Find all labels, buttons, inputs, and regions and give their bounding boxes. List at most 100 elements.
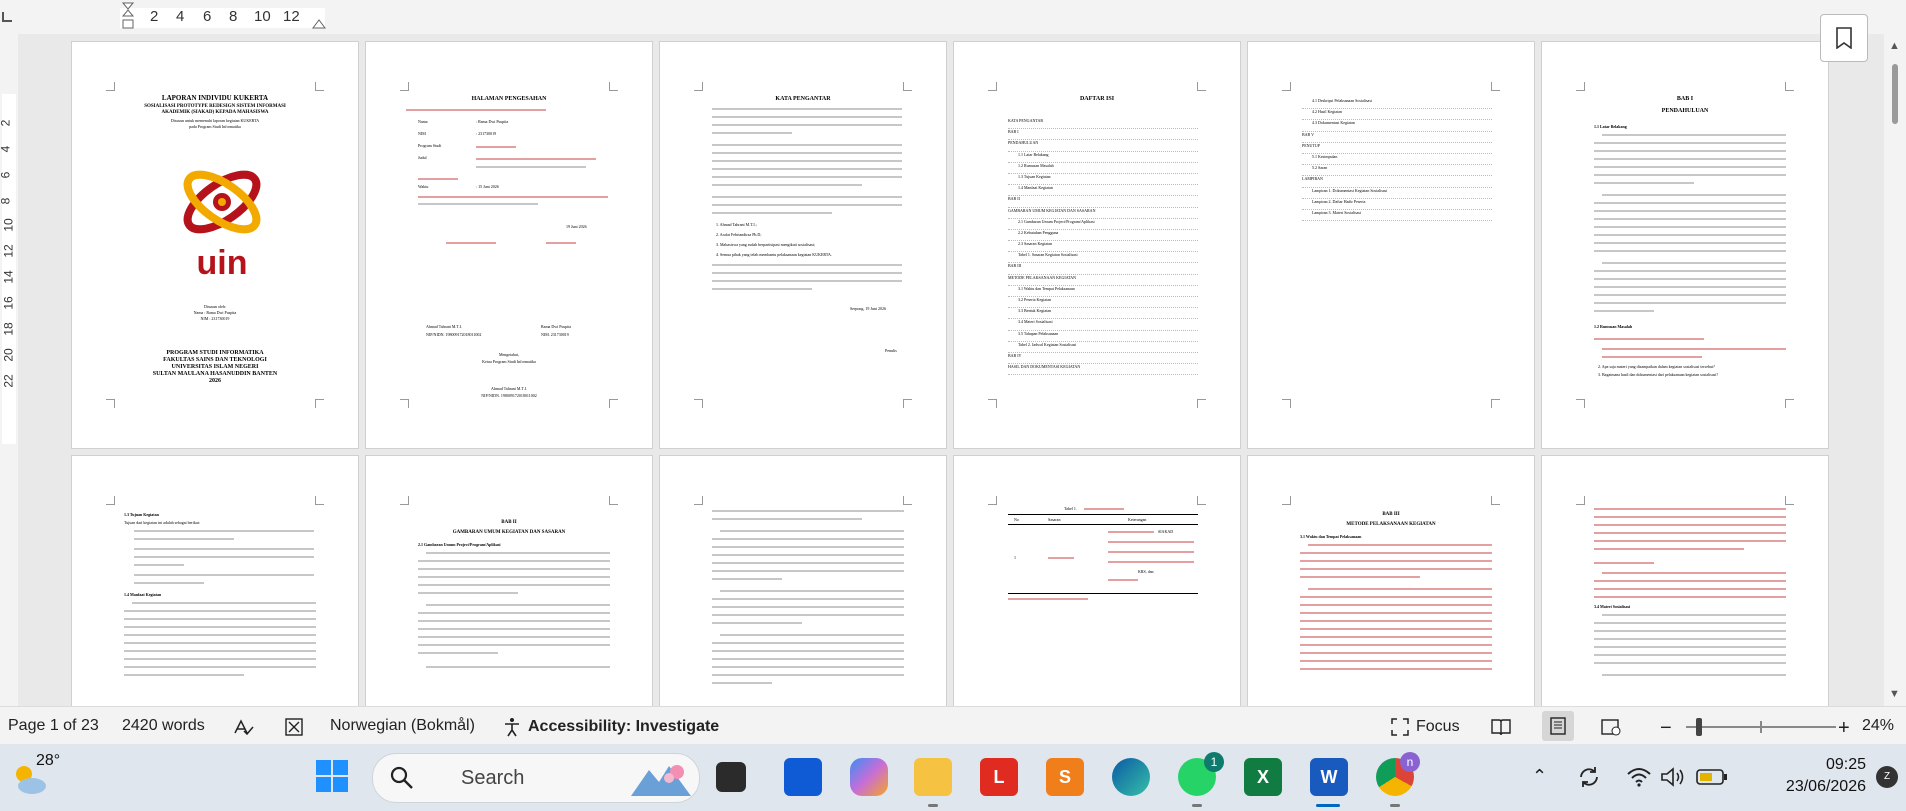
toc-entry[interactable]: PENDAHULUAN [1008, 140, 1198, 152]
toc-entry[interactable]: 4.3 Dokumentasi Kegiatan [1302, 120, 1492, 132]
excel-icon[interactable]: X [1244, 758, 1282, 796]
zoom-slider-thumb[interactable] [1696, 718, 1702, 736]
toc-entry[interactable]: 3.5 Tahapan Pelaksanaan [1008, 331, 1198, 342]
document-page[interactable]: 4.1 Deskripsi Pelaksanaan Sosialisasi 4.2… [1248, 42, 1534, 448]
toc-entry[interactable]: 1.4 Manfaat Kegiatan [1008, 185, 1198, 197]
toc-entry[interactable]: 5.1 Kesimpulan [1302, 154, 1492, 166]
crop-mark [903, 496, 912, 505]
toc-entry[interactable]: GAMBARAN UMUM KEGIATAN DAN SASARAN [1008, 208, 1198, 219]
horizontal-ruler[interactable]: 2 4 6 8 10 12 [0, 0, 1906, 34]
document-page[interactable]: BAB II GAMBARAN UMUM KEGIATAN DAN SASARA… [366, 456, 652, 706]
document-page[interactable]: BAB III METODE PELAKSANAAN KEGIATAN 3.1 … [1248, 456, 1534, 706]
edge-icon[interactable] [1112, 758, 1150, 796]
weather-widget[interactable]: 28° [10, 752, 70, 802]
scroll-up-icon[interactable]: ▲ [1889, 40, 1900, 52]
word-icon[interactable]: W [1310, 758, 1348, 796]
toc-entry[interactable]: KATA PENGANTAR [1008, 118, 1198, 130]
toc-entry[interactable]: Lampiran 3. Materi Sosialisasi [1302, 210, 1492, 222]
document-page[interactable]: BAB I PENDAHULUAN 1.1 Latar Belakang 1.2… [1542, 42, 1828, 448]
zoom-level[interactable]: 24% [1862, 717, 1894, 735]
text-line [1602, 614, 1786, 616]
toc-entry[interactable]: PENUTUP [1302, 143, 1492, 154]
zoom-in-button[interactable]: + [1838, 717, 1850, 740]
toc-entry[interactable]: 1.1 Latar Belakang [1008, 152, 1198, 163]
document-page[interactable]: 1.3 Tujuan Kegiatan Tujuan dari kegiatan… [72, 456, 358, 706]
toc-entry[interactable]: Lampiran 2. Daftar Hadir Peserta [1302, 199, 1492, 210]
taskbar-search-box[interactable]: Search [372, 753, 700, 803]
misspelled-text [1594, 516, 1786, 518]
toc-entry[interactable]: 3.4 Materi Sosialisasi [1008, 319, 1198, 331]
toc-entry[interactable]: 2.3 Sasaran Kegiatan [1008, 241, 1198, 253]
document-page[interactable]: LAPORAN INDIVIDU KUKERTA SOSIALISASI PRO… [72, 42, 358, 448]
sublime-text-icon[interactable]: S [1046, 758, 1084, 796]
start-button[interactable] [314, 758, 352, 796]
toc-entry[interactable]: BAB II [1008, 196, 1198, 208]
scroll-thumb[interactable] [1892, 64, 1898, 124]
toc-entry[interactable]: 4.1 Deskripsi Pelaksanaan Sosialisasi [1302, 98, 1492, 110]
ruler-indent-marker[interactable] [121, 2, 135, 32]
language-button[interactable]: Norwegian (Bokmål) [330, 717, 475, 735]
page-count[interactable]: Page 1 of 23 [8, 717, 99, 735]
wifi-icon[interactable] [1626, 766, 1652, 788]
app-l-icon[interactable]: L [980, 758, 1018, 796]
system-clock[interactable]: 09:25 23/06/2026 [1786, 754, 1866, 798]
toc-entry[interactable]: 3.2 Peserta Kegiatan [1008, 297, 1198, 309]
misspelled-text [1108, 531, 1154, 533]
crop-mark [694, 399, 703, 408]
tab-selector[interactable] [2, 12, 12, 22]
accessibility-button[interactable]: Accessibility: Investigate [502, 717, 719, 737]
toc-entry[interactable]: Tabel 1. Sasaran Kegiatan Sosialisasi [1008, 252, 1198, 264]
word-count[interactable]: 2420 words [122, 717, 205, 735]
scroll-down-icon[interactable]: ▼ [1889, 688, 1900, 700]
toc-entry[interactable]: 3.3 Bentuk Kegiatan [1008, 308, 1198, 320]
file-explorer-icon[interactable] [914, 758, 952, 796]
document-page[interactable] [660, 456, 946, 706]
ruler-right-indent-marker[interactable] [312, 16, 326, 34]
toc-entry[interactable]: 2.2 Kebutuhan Pengguna [1008, 230, 1198, 242]
volume-icon[interactable] [1660, 766, 1686, 788]
notification-center-button[interactable]: Z [1876, 766, 1898, 788]
web-layout-button[interactable] [1600, 717, 1622, 737]
misspelled-text [1048, 557, 1074, 559]
table-header: Sasaran [1048, 517, 1061, 522]
toc-entry[interactable]: METODE PELAKSANAAN KEGIATAN [1008, 275, 1198, 286]
vertical-scrollbar[interactable]: ▲ ▼ [1884, 34, 1906, 706]
toc-entry[interactable]: Lampiran 1. Dokumentasi Kegiatan Sosiali… [1302, 188, 1492, 199]
document-canvas[interactable]: LAPORAN INDIVIDU KUKERTA SOSIALISASI PRO… [18, 34, 1884, 706]
proofing-button[interactable] [232, 717, 254, 737]
task-view-icon[interactable] [716, 762, 746, 792]
toc-entry[interactable]: 4.2 Hasil Kegiatan [1302, 109, 1492, 121]
vertical-ruler[interactable]: 2 4 6 8 10 12 14 16 18 20 22 [0, 34, 18, 706]
zoom-out-button[interactable]: − [1660, 717, 1672, 740]
document-page[interactable]: DAFTAR ISI KATA PENGANTAR BAB I PENDAHULUA… [954, 42, 1240, 448]
document-page[interactable]: KATA PENGANTAR 1. Ahmad Tahrani M.T.I.; … [660, 42, 946, 448]
show-hidden-icons-button[interactable]: ⌃ [1532, 766, 1547, 787]
battery-icon[interactable] [1696, 767, 1728, 787]
copilot-icon[interactable] [850, 758, 888, 796]
toc-entry[interactable]: Tabel 2. Jadwal Kegiatan Sosialisasi [1008, 342, 1198, 353]
focus-mode-button[interactable]: Focus [1390, 717, 1460, 737]
text-predictions-button[interactable] [284, 717, 304, 737]
toc-entry[interactable]: BAB III [1008, 263, 1198, 275]
toc-entry[interactable]: 2.1 Gambaran Umum Project/Program/Aplika… [1008, 219, 1198, 230]
document-page[interactable]: 3.4 Materi Sosialisasi [1542, 456, 1828, 706]
toc-entry[interactable]: BAB IV [1008, 353, 1198, 365]
crop-mark [106, 399, 115, 408]
zoom-slider[interactable] [1686, 718, 1836, 736]
navigation-pane-button[interactable] [1820, 14, 1868, 62]
toc-entry[interactable]: LAMPIRAN [1302, 176, 1492, 188]
toc-entry[interactable]: 1.2 Rumusan Masalah [1008, 163, 1198, 174]
microsoft-store-icon[interactable] [784, 758, 822, 796]
toc-entry[interactable]: BAB I [1008, 129, 1198, 141]
toc-entry[interactable]: 5.2 Saran [1302, 165, 1492, 177]
read-mode-button[interactable] [1490, 717, 1512, 737]
toc-entry[interactable]: 1.3 Tujuan Kegiatan [1008, 174, 1198, 186]
print-layout-button[interactable] [1542, 711, 1574, 741]
toc-entry[interactable]: BAB V [1302, 132, 1492, 143]
document-page[interactable]: Tabel 1. No Sasaran Keterangan 1 SIAKAD … [954, 456, 1240, 706]
document-page[interactable]: HALAMAN PENGESAHAN Nama : Rama Dwi Puspi… [366, 42, 652, 448]
toc-entry[interactable]: HASIL DAN DOKUMENTASI KEGIATAN [1008, 364, 1198, 376]
sync-icon[interactable] [1576, 764, 1602, 790]
list-item: 3. Bagaimana hasil dan dokumentasi dari … [1598, 372, 1719, 377]
toc-entry[interactable]: 3.1 Waktu dan Tempat Pelaksanaan [1008, 286, 1198, 297]
